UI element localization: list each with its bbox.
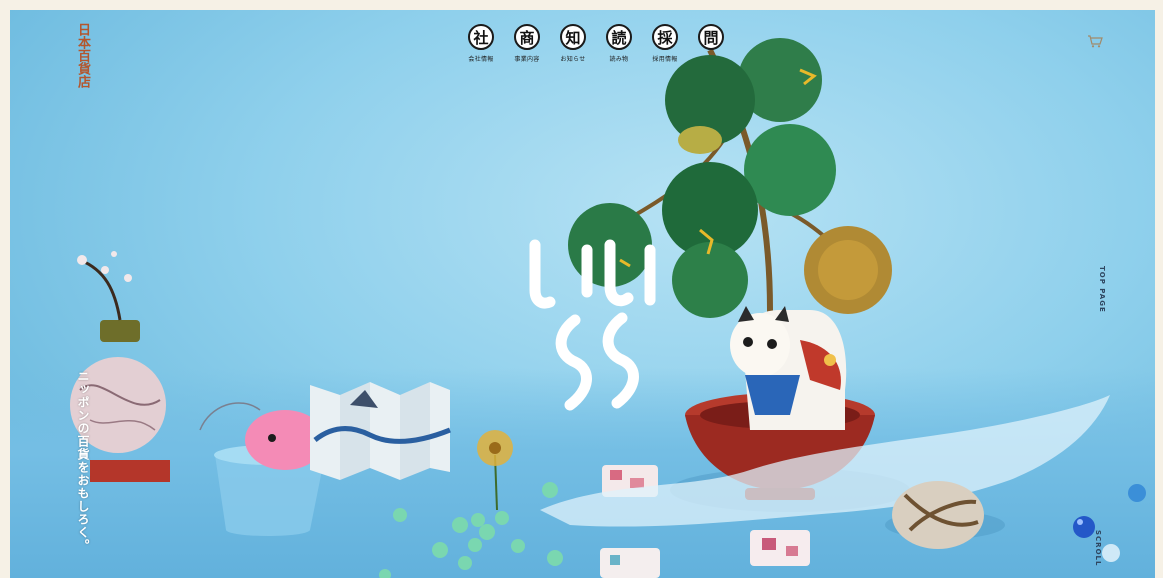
hero-stage: 日本百貨店 社 会社情報 商 事業内容 知 お知らせ 読 読み物 採 採用情報 … <box>10 10 1155 578</box>
yellow-flower <box>477 430 513 511</box>
nav-recruit[interactable]: 採 採用情報 <box>642 24 688 63</box>
brand-logo[interactable]: 日本百貨店 <box>73 23 91 88</box>
nav-business-icon: 商 <box>514 24 540 50</box>
nav-contact-icon: 問 <box>698 24 724 50</box>
nav-news-icon: 知 <box>560 24 586 50</box>
nav-news[interactable]: 知 お知らせ <box>550 24 596 63</box>
nav-company[interactable]: 社 会社情報 <box>458 24 504 63</box>
nav-news-label: お知らせ <box>560 56 586 63</box>
nav-company-icon: 社 <box>468 24 494 50</box>
nav-business-label: 事業内容 <box>514 56 540 63</box>
hero-tagline: ニッポンの百貨をおもしろく。 <box>76 370 90 552</box>
glass-marbles <box>1073 484 1146 562</box>
cart-icon[interactable] <box>1087 34 1103 48</box>
nav-company-label: 会社情報 <box>468 56 494 63</box>
nav-reading-label: 読み物 <box>609 56 629 63</box>
scroll-indicator[interactable]: SCROLL <box>1094 530 1102 566</box>
nav-recruit-icon: 採 <box>652 24 678 50</box>
folding-screen <box>310 382 451 480</box>
top-page-link[interactable]: TOP PAGE <box>1098 266 1106 313</box>
nav-recruit-label: 採用情報 <box>652 56 678 63</box>
hero-photo <box>70 38 1146 578</box>
glass-with-pink-figure <box>199 402 326 536</box>
green-beads <box>379 482 563 578</box>
nav-reading[interactable]: 読 読み物 <box>596 24 642 63</box>
nav-reading-icon: 読 <box>606 24 632 50</box>
nav-business[interactable]: 商 事業内容 <box>504 24 550 63</box>
nav-contact[interactable]: 問 <box>688 24 734 63</box>
global-nav: 社 会社情報 商 事業内容 知 お知らせ 読 読み物 採 採用情報 問 <box>458 24 734 63</box>
stone-with-twine <box>892 481 984 549</box>
